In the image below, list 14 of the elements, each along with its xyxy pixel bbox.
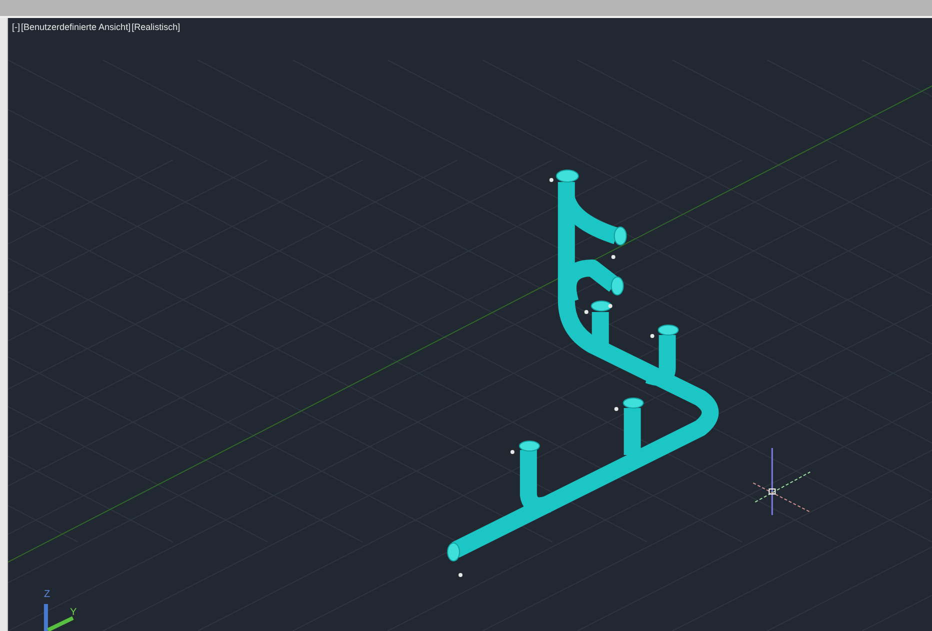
axis-label: Z: [44, 590, 50, 600]
crosshair-icon: [752, 448, 811, 515]
grip-marker[interactable]: [614, 407, 618, 411]
viewport-control[interactable]: [Realistisch]: [132, 22, 180, 33]
grip-marker[interactable]: [650, 334, 654, 338]
grip-marker[interactable]: [510, 450, 514, 454]
grip-marker[interactable]: [584, 310, 588, 314]
axis-label: Y: [70, 608, 77, 618]
viewport-control[interactable]: [Benutzerdefinierte Ansicht]: [21, 22, 131, 33]
grip-marker[interactable]: [608, 304, 612, 308]
grip-marker[interactable]: [549, 178, 554, 182]
grip-marker[interactable]: [458, 573, 462, 577]
viewport-control[interactable]: [-]: [12, 22, 20, 33]
grip-marker[interactable]: [611, 255, 616, 259]
